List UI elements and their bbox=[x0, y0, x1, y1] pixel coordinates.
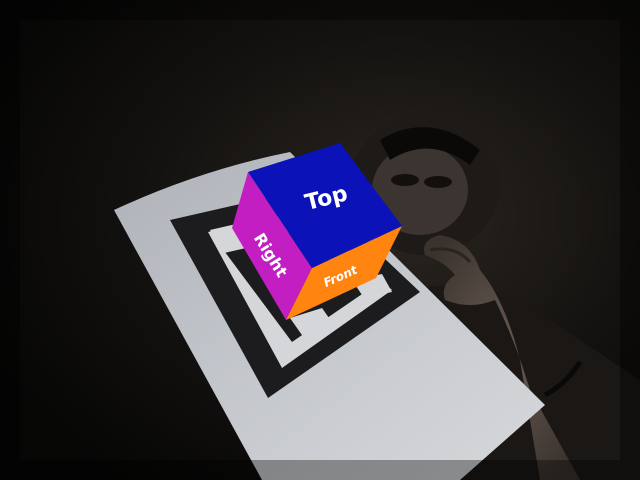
camera-frame: Top Right Front bbox=[0, 0, 640, 480]
